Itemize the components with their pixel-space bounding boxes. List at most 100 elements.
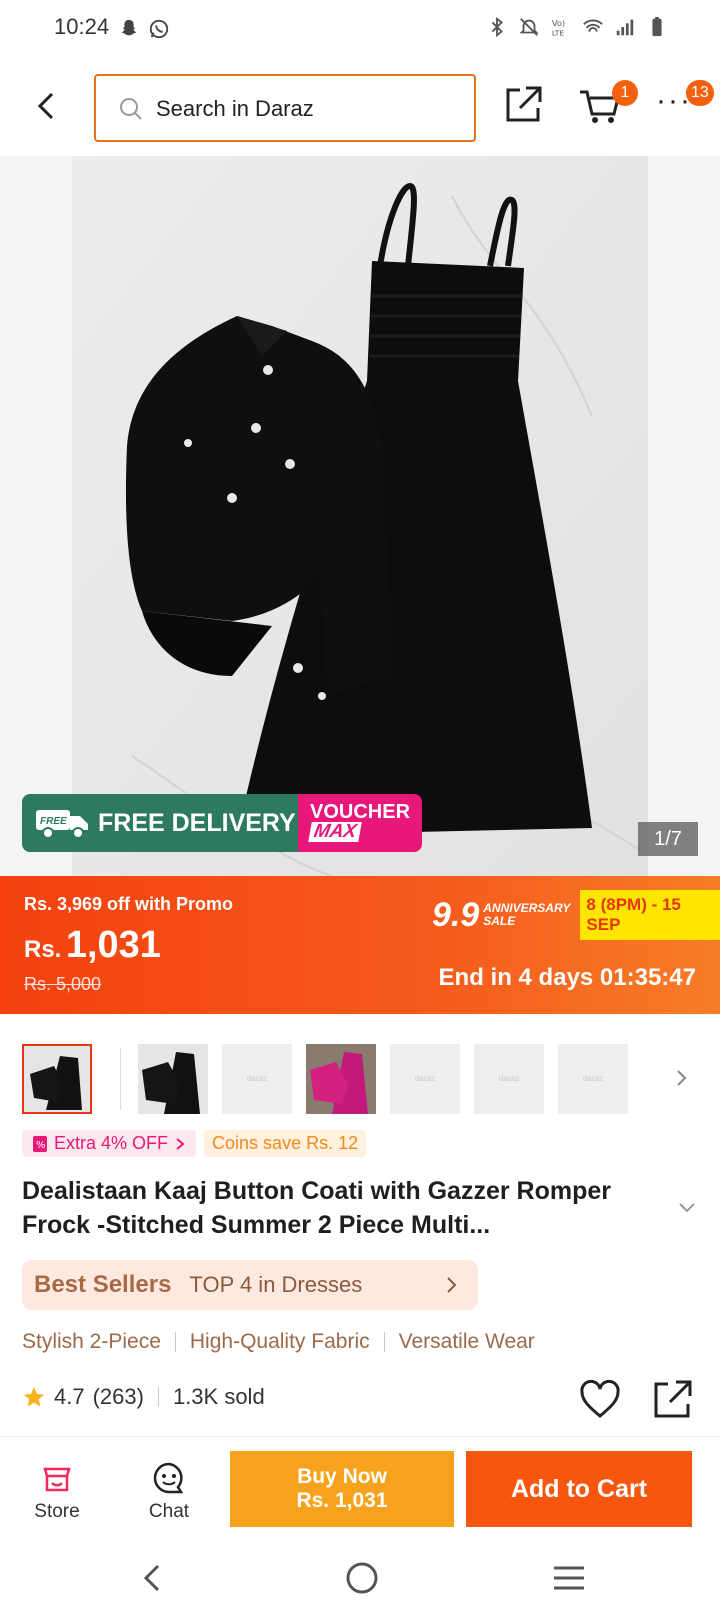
best-seller-rank: TOP 4 in Dresses <box>189 1272 363 1297</box>
system-navigation-bar <box>0 1546 720 1612</box>
status-time: 10:24 <box>54 14 110 39</box>
voucher-icon: % <box>33 1135 47 1152</box>
prev-image-peek <box>0 156 72 876</box>
buy-now-price: Rs. 1,031 <box>296 1489 388 1512</box>
highlight-item: Versatile Wear <box>398 1330 535 1353</box>
sale-dates: 8 (8PM) - 15 SEP <box>580 890 720 940</box>
wishlist-heart-icon[interactable] <box>578 1378 622 1420</box>
search-bar[interactable]: Search in Daraz <box>94 74 476 142</box>
free-delivery-section: FREE FREE DELIVERY <box>22 794 298 852</box>
thumbnail-6[interactable]: daraz <box>474 1044 544 1114</box>
product-title: Dealistaan Kaaj Button Coati with Gazzer… <box>22 1177 611 1239</box>
thumbnail-5[interactable]: daraz <box>390 1044 460 1114</box>
best-seller-label: Best Sellers <box>34 1271 172 1298</box>
best-seller-banner[interactable]: Best Sellers TOP 4 in Dresses <box>22 1260 478 1310</box>
product-highlights: Stylish 2-Piece High-Quality Fabric Vers… <box>22 1330 535 1354</box>
price-value: 1,031 <box>65 924 161 966</box>
chat-label: Chat <box>148 1501 190 1522</box>
thumbnail-placeholder: daraz <box>246 1074 267 1083</box>
thumbnail-3[interactable]: daraz <box>222 1044 292 1114</box>
search-icon <box>120 98 142 120</box>
svg-text:LTE: LTE <box>552 28 565 37</box>
share-icon[interactable] <box>502 84 544 126</box>
thumbnail-7[interactable]: daraz <box>558 1044 628 1114</box>
bluetooth-icon <box>491 16 503 38</box>
add-to-cart-button[interactable]: Add to Cart <box>466 1451 692 1527</box>
chevron-down-icon[interactable] <box>676 1196 698 1218</box>
thumbnail-strip: daraz daraz daraz daraz <box>0 1030 720 1118</box>
highlight-divider <box>174 1332 176 1352</box>
svg-text:%: % <box>36 1140 46 1151</box>
volte-icon: Vo)LTE <box>552 18 565 37</box>
highlight-item: High-Quality Fabric <box>189 1330 370 1353</box>
store-label: Store <box>34 1501 80 1522</box>
coins-tag[interactable]: Coins save Rs. 12 <box>204 1130 367 1157</box>
extra-off-text: Extra 4% OFF <box>54 1133 169 1153</box>
truck-label: FREE <box>40 816 67 827</box>
rating-row[interactable]: 4.7 (263) 1.3K sold <box>22 1384 265 1410</box>
thumbnail-divider <box>120 1048 121 1110</box>
store-icon <box>43 1467 71 1492</box>
original-price: Rs. 5,000 <box>24 974 102 994</box>
sale-number: 9.9 <box>432 895 480 934</box>
delivery-truck-icon: FREE <box>36 810 88 839</box>
sale-label-line1: ANNIVERSARY <box>483 901 571 915</box>
svg-text:Vo): Vo) <box>552 18 565 28</box>
sale-label-line2: SALE <box>483 914 516 928</box>
chevron-right-icon <box>447 1277 457 1293</box>
more-badge: 13 <box>686 80 714 106</box>
store-button[interactable]: Store <box>22 1461 92 1523</box>
battery-icon <box>652 16 662 37</box>
voucher-line2: MAX <box>308 821 362 842</box>
nav-recent-apps-icon[interactable] <box>552 1564 586 1592</box>
cart-badge: 1 <box>612 80 638 106</box>
price-currency: Rs. <box>24 936 62 963</box>
sold-count: 1.3K sold <box>172 1384 265 1409</box>
status-right-icons: Vo) LTE <box>486 16 668 38</box>
signal-icon <box>616 19 634 36</box>
voucher-max-badge: VOUCHER MAX <box>298 794 422 852</box>
sale-countdown: End in 4 days 01:35:47 <box>438 964 696 991</box>
thumbnail-image <box>138 1044 208 1114</box>
highlight-item: Stylish 2-Piece <box>22 1330 161 1353</box>
mute-bell-icon <box>519 18 539 36</box>
rating-divider <box>157 1387 159 1407</box>
highlight-divider <box>383 1332 385 1352</box>
thumbnail-placeholder: daraz <box>582 1074 603 1083</box>
buy-now-button[interactable]: Buy Now Rs. 1,031 <box>230 1451 454 1527</box>
thumbnail-image <box>306 1044 376 1114</box>
chevron-right-icon <box>176 1137 185 1150</box>
sale-label: ANNIVERSARY SALE <box>483 902 570 928</box>
anniversary-sale-badge: 9.9 ANNIVERSARY SALE 8 (8PM) - 15 SEP <box>432 890 720 940</box>
header: Search in Daraz 1 ··· 13 <box>0 62 720 154</box>
promo-text: Rs. 3,969 off with Promo <box>24 894 234 914</box>
whatsapp-icon <box>149 19 169 39</box>
bottom-action-bar: Store Chat Buy Now Rs. 1,031 Add to Cart <box>0 1436 720 1546</box>
product-image[interactable] <box>72 156 648 876</box>
next-image-peek <box>648 156 720 876</box>
thumbnail-4[interactable] <box>306 1044 376 1114</box>
chat-icon <box>153 1462 184 1494</box>
rating-count: (263) <box>92 1384 144 1409</box>
nav-back-icon[interactable] <box>138 1560 168 1596</box>
status-bar: 10:24 Vo) LTE <box>0 0 720 60</box>
chat-button[interactable]: Chat <box>134 1461 204 1523</box>
share-icon[interactable] <box>650 1378 694 1422</box>
product-image-gallery[interactable]: FREE FREE DELIVERY VOUCHER MAX 1/7 <box>0 156 720 876</box>
free-delivery-banner: FREE FREE DELIVERY VOUCHER MAX <box>22 794 422 852</box>
wifi-icon <box>583 19 603 32</box>
thumbnail-2[interactable] <box>138 1044 208 1114</box>
nav-home-icon[interactable] <box>344 1560 380 1596</box>
chevron-right-icon[interactable] <box>670 1066 694 1090</box>
free-delivery-text: FREE DELIVERY <box>98 808 296 837</box>
voucher-line1: VOUCHER <box>310 801 411 823</box>
current-price: Rs. 1,031 <box>24 924 161 967</box>
thumbnail-1[interactable] <box>22 1044 92 1114</box>
search-placeholder[interactable]: Search in Daraz <box>156 96 314 122</box>
back-arrow-icon[interactable] <box>30 86 66 126</box>
promo-tags: % Extra 4% OFF Coins save Rs. 12 <box>22 1130 367 1157</box>
price-banner: Rs. 3,969 off with Promo Rs. 1,031 Rs. 5… <box>0 876 720 1014</box>
snapchat-icon <box>121 19 137 36</box>
star-icon <box>24 1387 44 1407</box>
extra-off-tag[interactable]: % Extra 4% OFF <box>22 1130 197 1157</box>
